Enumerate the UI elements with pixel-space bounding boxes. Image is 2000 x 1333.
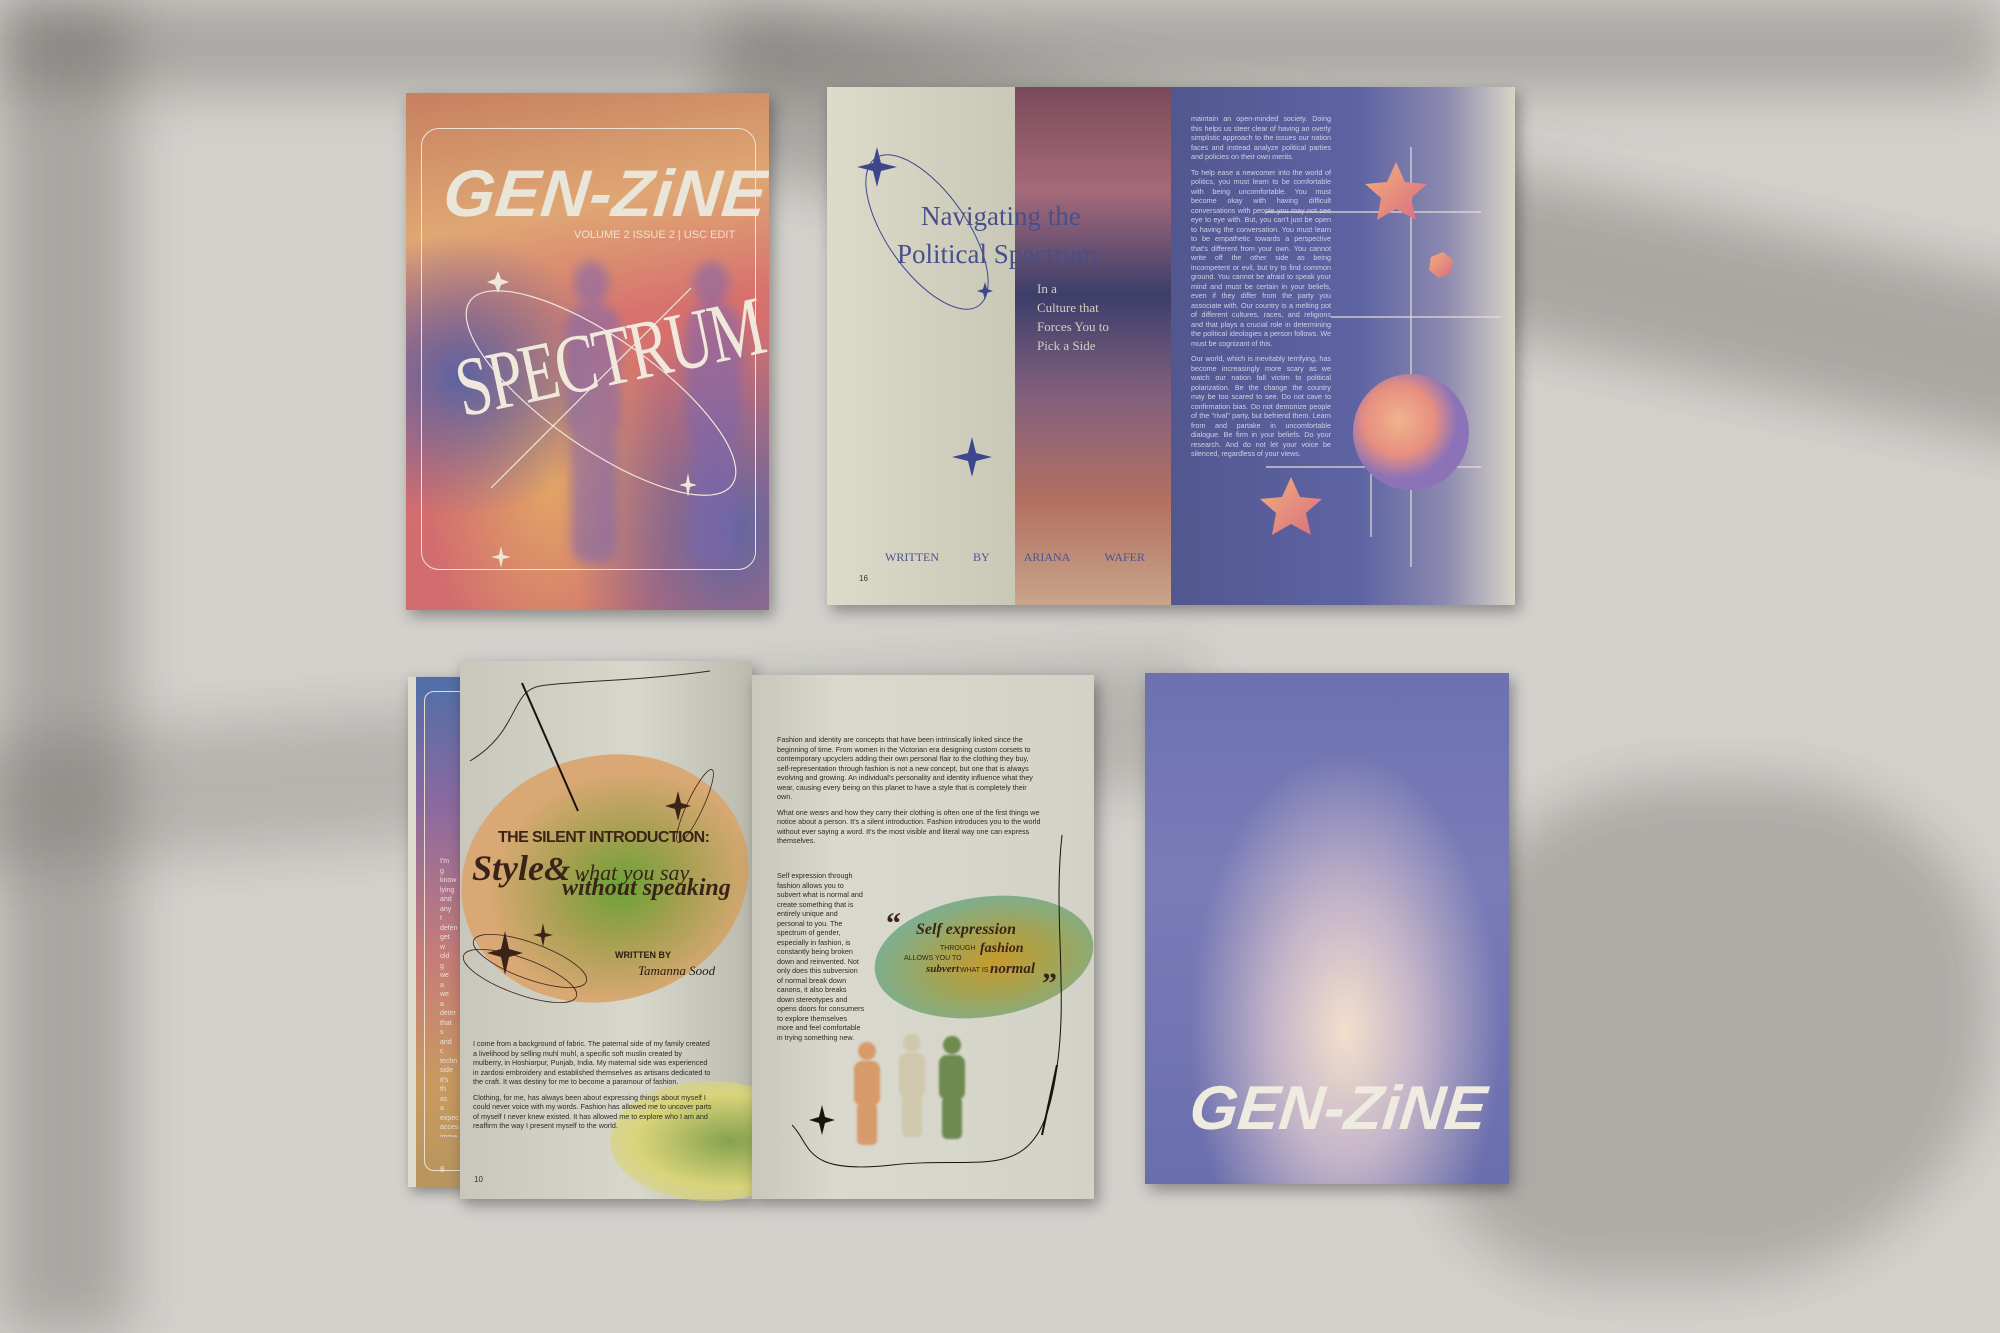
front-cover: GEN-ZiNE VOLUME 2 ISSUE 2 | USC EDIT SPE… bbox=[406, 93, 769, 610]
peek-page-number: 8 bbox=[440, 1165, 445, 1174]
leaf-shadow bbox=[1430, 780, 1990, 1280]
headline-style: Style bbox=[472, 848, 544, 888]
back-cover-logo: GEN-ZiNE bbox=[1186, 1074, 1490, 1143]
left-page: Navigating the Political Spectrum In a C… bbox=[827, 87, 1171, 605]
thread bbox=[791, 834, 1063, 1168]
byline-word: ARIANA bbox=[1023, 550, 1071, 564]
sparkle-icon bbox=[809, 1105, 835, 1135]
window-shadow-left bbox=[0, 0, 130, 1333]
politics-spread: Navigating the Political Spectrum In a C… bbox=[827, 87, 1515, 605]
hexagon bbox=[1429, 252, 1453, 278]
kicker: THE SILENT INTRODUCTION: bbox=[498, 829, 710, 846]
needle-icon bbox=[1041, 1064, 1058, 1136]
subtitle-line: Forces You to bbox=[1037, 319, 1109, 334]
written-by: WRITTEN BY bbox=[615, 950, 671, 960]
intro-body: I come from a background of fabric. The … bbox=[473, 1039, 713, 1131]
byline-word: WRITTEN bbox=[885, 550, 939, 564]
left-page: THE SILENT INTRODUCTION: Style& what you… bbox=[433, 661, 810, 1201]
subtitle-line: In a bbox=[1037, 281, 1057, 296]
geometric-illustration bbox=[1260, 147, 1501, 567]
headline: Style& what you say without speaking bbox=[472, 847, 731, 902]
subtitle-line: Culture that bbox=[1037, 300, 1099, 315]
needle-icon bbox=[521, 682, 579, 812]
fashion-spread: I'm g know lying and any t defen get w o… bbox=[408, 661, 1102, 1201]
right-page: Fashion and identity are concepts that h… bbox=[752, 675, 1102, 1199]
sphere bbox=[1353, 374, 1469, 490]
author: Tamanna Sood bbox=[638, 963, 716, 978]
back-cover: GEN-ZiNE bbox=[1145, 673, 1509, 1184]
peek-page: I'm g know lying and any t defen get w o… bbox=[408, 677, 484, 1187]
paragraph: I come from a background of fabric. The … bbox=[473, 1039, 711, 1086]
title-line-1: Navigating the bbox=[921, 201, 1081, 231]
star-icon bbox=[1365, 162, 1427, 220]
byline-word: BY bbox=[972, 550, 990, 564]
page-number: 16 bbox=[859, 574, 868, 583]
byline-word: WAFER bbox=[1104, 550, 1145, 564]
byline: WRITTEN BY ARIANA WAFER bbox=[885, 550, 1145, 565]
human-figures bbox=[854, 1034, 965, 1145]
title-line-2: Political Spectrum bbox=[897, 239, 1098, 269]
paragraph: Clothing, for me, has always been about … bbox=[473, 1092, 712, 1131]
star-icon bbox=[1260, 477, 1322, 535]
headline-rest-2: without speaking bbox=[562, 875, 731, 901]
page-number: 10 bbox=[474, 1175, 483, 1184]
article-title: Navigating the Political Spectrum bbox=[897, 197, 1097, 273]
title-ornaments bbox=[857, 147, 993, 477]
right-page: maintain an open-minded society. Doing t… bbox=[1171, 87, 1515, 605]
article-subtitle: In a Culture that Forces You to Pick a S… bbox=[1037, 279, 1112, 355]
figures-illustration bbox=[791, 834, 1063, 1168]
subtitle-line: Pick a Side bbox=[1037, 338, 1096, 353]
